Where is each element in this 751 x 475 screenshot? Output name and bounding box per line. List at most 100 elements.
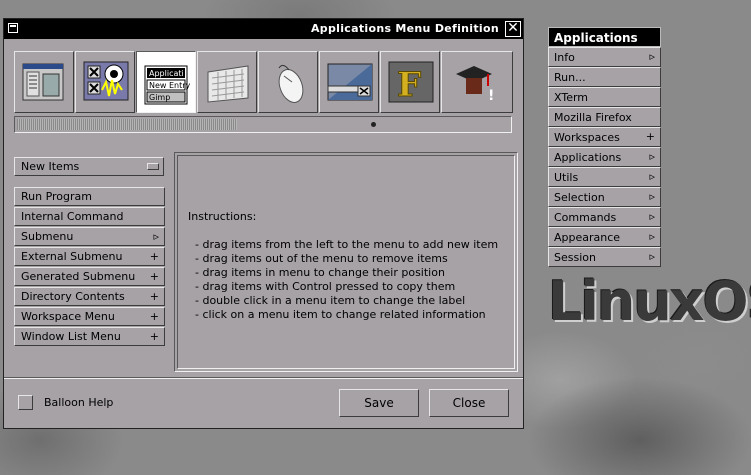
- balloon-help-label: Balloon Help: [44, 396, 114, 409]
- menu-item-info[interactable]: Info ▹: [548, 47, 661, 67]
- item-type-label: Submenu: [21, 230, 74, 243]
- menu-item-commands[interactable]: Commands ▹: [548, 207, 661, 227]
- new-items-label: New Items: [21, 160, 80, 173]
- tool-mouse[interactable]: [258, 51, 318, 113]
- tool-font[interactable]: F: [380, 51, 440, 113]
- menu-item-utils[interactable]: Utils ▹: [548, 167, 661, 187]
- menu-item-label: XTerm: [554, 91, 589, 104]
- close-button[interactable]: Close: [429, 389, 509, 417]
- menu-item-run[interactable]: Run...: [548, 67, 661, 87]
- instruction-line: - drag items with Control pressed to cop…: [195, 280, 456, 293]
- item-type-label: Directory Contents: [21, 290, 125, 303]
- plus-icon: +: [149, 330, 159, 343]
- keyboard-icon: [207, 65, 249, 103]
- item-type-label: Internal Command: [21, 210, 124, 223]
- instructions-heading: Instructions:: [188, 210, 257, 223]
- window-icon: [327, 63, 373, 101]
- scrollbar-grip[interactable]: [371, 122, 376, 127]
- menu-item-xterm[interactable]: XTerm: [548, 87, 661, 107]
- popup-indicator-icon: [147, 163, 159, 170]
- tool-app-entries[interactable]: Applicati New Entry Gimp: [136, 51, 196, 113]
- window-title: Applications Menu Definition: [310, 22, 499, 35]
- submenu-arrow-icon: ▹: [649, 230, 655, 243]
- item-type-submenu[interactable]: Submenu ▹: [14, 227, 165, 246]
- plus-icon: +: [149, 270, 159, 283]
- menu-item-label: Workspaces: [554, 131, 620, 144]
- menu-item-label: Commands: [554, 211, 617, 224]
- menu-item-label: Utils: [554, 171, 579, 184]
- instruction-line: - drag items out of the menu to remove i…: [195, 252, 448, 265]
- submenu-arrow-icon: ▹: [649, 210, 655, 223]
- menu-item-label: Appearance: [554, 231, 621, 244]
- applications-menu-definition-window: Applications Menu Definition ✕ Applicati…: [3, 18, 524, 429]
- submenu-arrow-icon: ▹: [649, 250, 655, 263]
- item-type-window-list-menu[interactable]: Window List Menu +: [14, 327, 165, 346]
- instructions-lines: - drag items from the left to the menu t…: [188, 238, 498, 321]
- instructions-panel: Instructions: - drag items from the left…: [174, 152, 518, 372]
- mouse-icon: [278, 64, 304, 103]
- item-type-internal-command[interactable]: Internal Command: [14, 207, 165, 226]
- svg-text:!: !: [488, 88, 494, 104]
- menu-item-label: Run...: [554, 71, 586, 84]
- menu-item-workspaces[interactable]: Workspaces +: [548, 127, 661, 147]
- menu-item-session[interactable]: Session ▹: [548, 247, 661, 267]
- item-type-directory-contents[interactable]: Directory Contents +: [14, 287, 165, 306]
- close-icon[interactable]: ✕: [505, 21, 521, 37]
- applications-menu-title[interactable]: Applications: [548, 27, 661, 47]
- plus-icon: +: [149, 310, 159, 323]
- plus-icon: +: [645, 130, 655, 143]
- svg-text:F: F: [397, 65, 421, 105]
- instruction-line: - drag items from the left to the menu t…: [195, 238, 499, 251]
- submenu-arrow-icon: ▹: [649, 50, 655, 63]
- item-type-workspace-menu[interactable]: Workspace Menu +: [14, 307, 165, 326]
- menu-item-label: Selection: [554, 191, 605, 204]
- submenu-arrow-icon: ▹: [649, 150, 655, 163]
- menu-item-appearance[interactable]: Appearance ▹: [548, 227, 661, 247]
- item-types-list: Run Program Internal Command Submenu ▹ Exter…: [14, 187, 165, 347]
- menu-item-label: Mozilla Firefox: [554, 111, 632, 124]
- menu-item-selection[interactable]: Selection ▹: [548, 187, 661, 207]
- submenu-arrow-icon: ▹: [649, 170, 655, 183]
- bottom-separator: [4, 377, 523, 379]
- item-type-label: Workspace Menu: [21, 310, 115, 323]
- applications-menu-items: Info ▹ Run... XTerm Mozilla Firefox Workspace…: [548, 47, 661, 267]
- entry-applications-text: Applicati: [149, 69, 184, 78]
- item-type-generated-submenu[interactable]: Generated Submenu +: [14, 267, 165, 286]
- desktop-logo: LinuxOS: [548, 270, 751, 333]
- item-type-label: External Submenu: [21, 250, 123, 263]
- plus-icon: +: [149, 250, 159, 263]
- menu-item-label: Info: [554, 51, 575, 64]
- submenu-arrow-icon: ▹: [649, 190, 655, 203]
- new-items-popup-button[interactable]: New Items: [14, 157, 164, 176]
- instruction-line: - double click in a menu item to change …: [195, 294, 466, 307]
- audio-icon: [83, 61, 129, 101]
- item-type-external-submenu[interactable]: External Submenu +: [14, 247, 165, 266]
- plus-icon: +: [149, 290, 159, 303]
- menu-item-mozilla-firefox[interactable]: Mozilla Firefox: [548, 107, 661, 127]
- tool-audio[interactable]: [75, 51, 135, 113]
- graduation-cap-icon: !: [450, 62, 500, 104]
- applications-menu: Applications Info ▹ Run... XTerm Mozilla Fir…: [548, 27, 661, 267]
- tool-expert[interactable]: !: [441, 51, 513, 113]
- window-menu-icon: [22, 63, 64, 101]
- entry-gimp-text: Gimp: [149, 93, 170, 102]
- item-type-label: Window List Menu: [21, 330, 121, 343]
- app-entries-icon: Applicati New Entry Gimp: [144, 65, 191, 105]
- tool-keyboard[interactable]: [197, 51, 257, 113]
- tool-window[interactable]: [319, 51, 379, 113]
- tool-window-menu[interactable]: [14, 51, 74, 113]
- window-menu-icon[interactable]: [8, 23, 18, 33]
- menu-item-label: Session: [554, 251, 596, 264]
- instruction-line: - click on a menu item to change related…: [195, 308, 486, 321]
- window-titlebar[interactable]: Applications Menu Definition ✕: [4, 19, 523, 39]
- menu-item-applications[interactable]: Applications ▹: [548, 147, 661, 167]
- scrollbar-trough[interactable]: [17, 119, 237, 130]
- balloon-help-checkbox[interactable]: [18, 395, 33, 410]
- entry-new-text: New Entry: [149, 81, 191, 90]
- item-type-label: Generated Submenu: [21, 270, 136, 283]
- save-button[interactable]: Save: [339, 389, 419, 417]
- item-type-label: Run Program: [21, 190, 93, 203]
- toolbar-scrollbar[interactable]: [14, 116, 512, 133]
- item-type-run-program[interactable]: Run Program: [14, 187, 165, 206]
- font-icon: F: [388, 61, 434, 106]
